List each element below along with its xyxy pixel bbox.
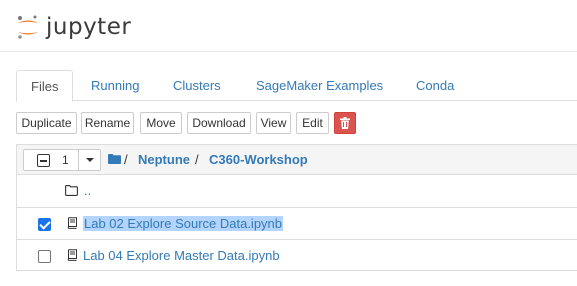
jupyter-logo[interactable]: jupyter [16, 14, 136, 42]
duplicate-button[interactable]: Duplicate [16, 112, 77, 134]
notebook-link[interactable]: Lab 02 Explore Source Data.ipynb [83, 216, 284, 231]
row-checkbox[interactable] [38, 218, 51, 231]
breadcrumb-separator: / [195, 152, 199, 167]
folder-icon[interactable] [108, 154, 121, 164]
notebook-icon [67, 249, 77, 261]
rename-button[interactable]: Rename [81, 112, 134, 134]
delete-button[interactable] [334, 112, 356, 134]
tab-running[interactable]: Running [77, 70, 153, 101]
view-button[interactable]: View [256, 112, 291, 134]
header-bar: jupyter [0, 0, 577, 52]
row-checkbox[interactable] [38, 250, 51, 263]
file-listing: 1 / Neptune / C360-Workshop .. Lab 02 Ex… [16, 144, 577, 271]
download-button[interactable]: Download [187, 112, 251, 134]
breadcrumb-neptune[interactable]: Neptune [138, 152, 190, 167]
brand-name: jupyter [46, 14, 132, 40]
tab-clusters[interactable]: Clusters [159, 70, 235, 101]
jupyter-logo-icon [18, 15, 38, 39]
tab-conda[interactable]: Conda [402, 70, 468, 101]
list-item[interactable]: Lab 02 Explore Source Data.ipynb [17, 208, 577, 240]
folder-outline-icon [65, 185, 78, 196]
select-all-dropdown[interactable]: 1 [23, 149, 101, 171]
breadcrumb-separator: / [124, 152, 128, 167]
tab-sagemaker-examples[interactable]: SageMaker Examples [242, 70, 397, 101]
divider [78, 150, 79, 170]
parent-dir-row[interactable]: .. [17, 176, 577, 208]
tab-files[interactable]: Files [16, 70, 74, 102]
move-button[interactable]: Move [140, 112, 182, 134]
partial-select-checkbox[interactable] [37, 154, 50, 167]
listing-header: 1 / Neptune / C360-Workshop [17, 145, 577, 175]
notebook-icon [67, 217, 77, 229]
tab-bar: Files Running Clusters SageMaker Example… [16, 70, 577, 102]
trash-icon [340, 117, 350, 129]
list-item[interactable]: Lab 04 Explore Master Data.ipynb [17, 240, 577, 272]
notebook-link[interactable]: Lab 04 Explore Master Data.ipynb [83, 248, 280, 263]
parent-dir-link[interactable]: .. [84, 183, 91, 198]
breadcrumb-c360-workshop[interactable]: C360-Workshop [209, 152, 308, 167]
selected-count: 1 [62, 153, 69, 167]
caret-down-icon[interactable] [86, 158, 94, 162]
edit-button[interactable]: Edit [296, 112, 329, 134]
